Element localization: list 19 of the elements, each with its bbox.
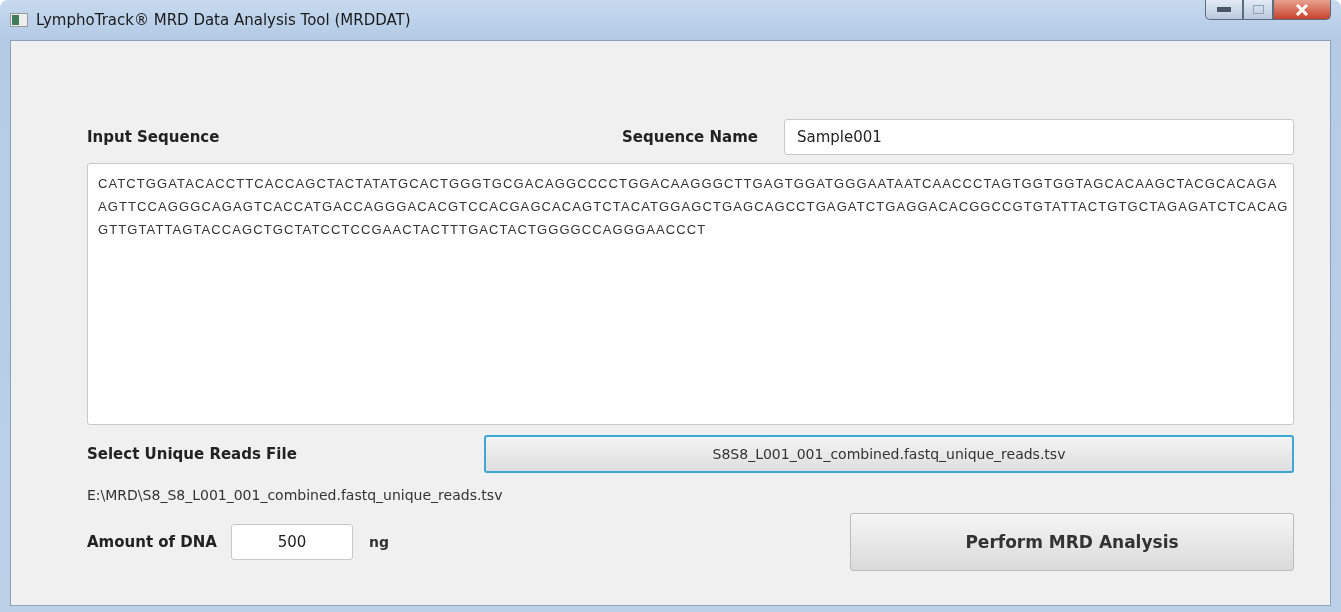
file-path: E:\MRD\S8_S8_L001_001_combined.fastq_unique_reads.tsv (87, 487, 504, 503)
app-icon (10, 13, 28, 27)
window-title: LymphoTrack® MRD Data Analysis Tool (MRDDAT) (36, 11, 411, 29)
sequence-text-area[interactable] (87, 163, 1294, 425)
close-icon (1295, 3, 1309, 16)
unique-reads-label: Select Unique Reads File (87, 445, 297, 463)
perform-analysis-button[interactable]: Perform MRD Analysis (850, 513, 1294, 571)
input-sequence-label: Input Sequence (87, 128, 220, 146)
maximize-icon (1252, 5, 1264, 14)
unit-label: ng (368, 534, 389, 550)
maximize-button[interactable] (1243, 0, 1273, 20)
minimize-icon (1217, 7, 1231, 12)
minimize-button[interactable] (1205, 0, 1243, 20)
file-select-button[interactable]: S8S8_L001_001_combined.fastq_unique_reads.tsv (484, 435, 1294, 473)
dna-amount-label: Amount of DNA (87, 533, 217, 551)
dna-amount-field[interactable]: 500 (230, 524, 353, 560)
sequence-name-label: Sequence Name (622, 128, 758, 146)
sequence-name-field[interactable]: Sample001 (784, 119, 1294, 155)
close-button[interactable] (1273, 0, 1331, 20)
